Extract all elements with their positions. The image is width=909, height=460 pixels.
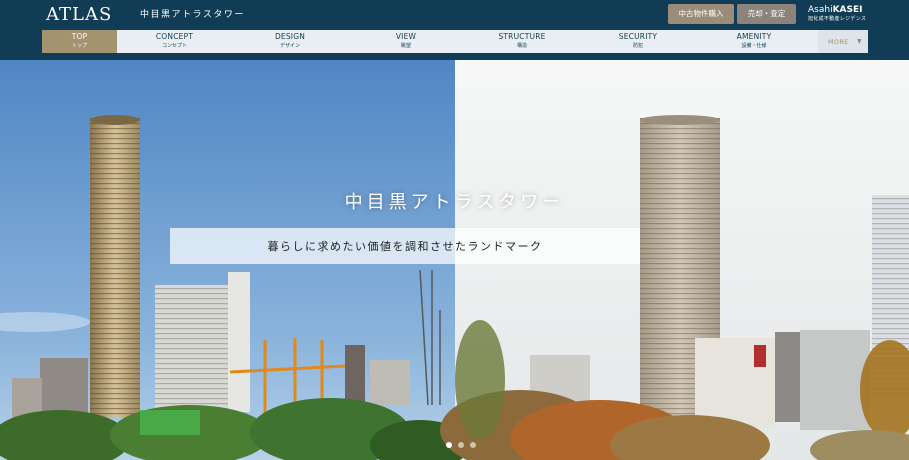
nav-item-sublabel: デザイン [279, 43, 300, 49]
nav-item-design[interactable]: DESIGN デザイン [232, 30, 348, 53]
nav-item-label: AMENITY [736, 32, 772, 41]
brand-name-bold: KASEI [832, 5, 863, 15]
asahi-kasei-brand[interactable]: AsahiKASEI 旭化成不動産レジデンス [808, 6, 866, 24]
slide-indicator [440, 440, 490, 450]
nav-item-label: STRUCTURE [498, 32, 546, 41]
brand-subtitle: 旭化成不動産レジデンス [808, 16, 867, 22]
nav-item-top[interactable]: TOP トップ [42, 30, 117, 53]
nav-item-label: SECURITY [618, 32, 658, 41]
slide-dot[interactable] [470, 442, 476, 448]
nav-item-concept[interactable]: CONCEPT コンセプト [117, 30, 232, 53]
nav-item-sublabel: トップ [71, 43, 87, 49]
nav-item-label: CONCEPT [155, 32, 194, 41]
brand-name-light: Asahi [808, 5, 833, 15]
nav-item-label: TOP [71, 32, 88, 41]
sell-appraise-button[interactable]: 売却・査定 [737, 4, 796, 24]
nav-item-sublabel: 構造 [516, 43, 527, 49]
nav-item-amenity[interactable]: AMENITY 設備・仕様 [696, 30, 812, 53]
nav-item-view[interactable]: VIEW 眺望 [348, 30, 464, 53]
hero-tagline: 暮らしに求めたい価値を調和させたランドマーク [267, 240, 543, 253]
used-purchase-button[interactable]: 中古物件購入 [668, 4, 734, 24]
site-header: ATLAS 中目黒アトラスタワー 中古物件購入 売却・査定 AsahiKASEI… [0, 0, 909, 60]
nav-item-structure[interactable]: STRUCTURE 構造 [464, 30, 580, 53]
nav-item-sublabel: 設備・仕様 [741, 43, 767, 49]
site-name: 中目黒アトラスタワー [140, 10, 245, 20]
nav-item-security[interactable]: SECURITY 防犯 [580, 30, 696, 53]
more-label: MORE [828, 38, 849, 46]
main-nav: TOP トップ CONCEPT コンセプト DESIGN デザイン VIEW 眺… [42, 30, 868, 53]
nav-item-label: DESIGN [274, 32, 306, 41]
hero-slideshow: 中目黒アトラスタワー 暮らしに求めたい価値を調和させたランドマーク [0, 60, 909, 460]
chevron-down-icon: ▼ [857, 38, 862, 45]
nav-item-sublabel: 防犯 [632, 43, 643, 49]
nav-more-dropdown[interactable]: MORE ▼ [818, 30, 868, 53]
nav-item-label: VIEW [395, 32, 417, 41]
hero-title: 中目黒アトラスタワー [344, 192, 565, 213]
slide-dot[interactable] [458, 442, 464, 448]
slide-dot[interactable] [446, 442, 452, 448]
nav-item-sublabel: コンセプト [161, 43, 187, 49]
atlas-logo[interactable]: ATLAS [46, 5, 112, 25]
nav-item-sublabel: 眺望 [400, 43, 411, 49]
